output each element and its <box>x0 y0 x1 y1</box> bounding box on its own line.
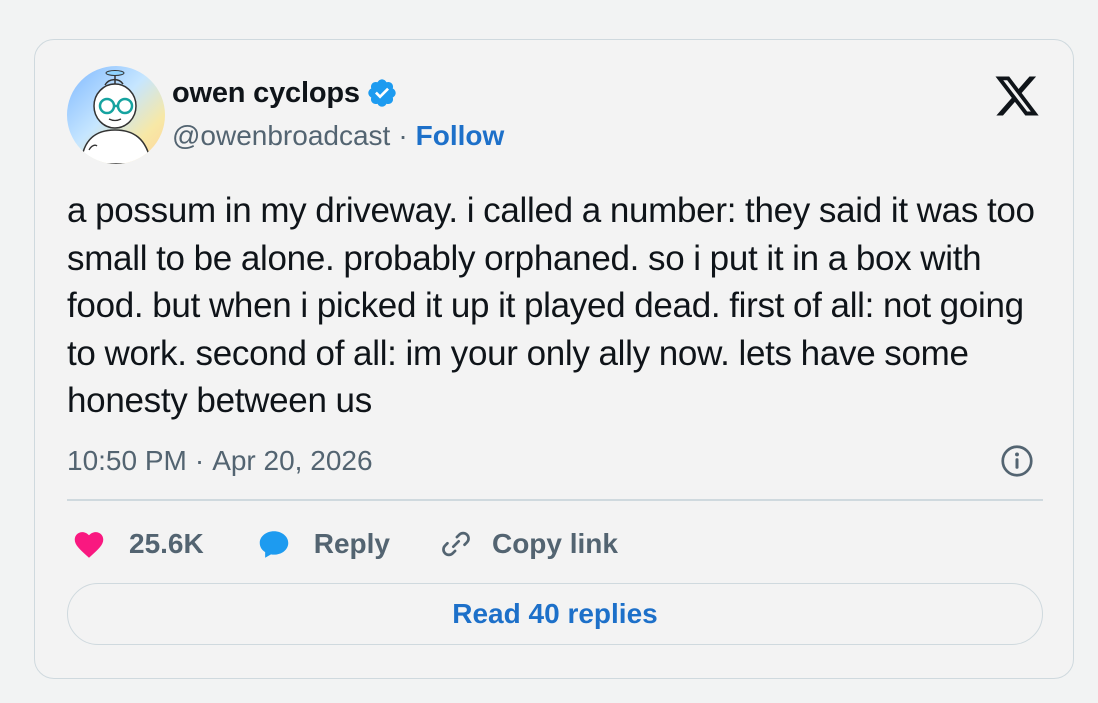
heart-icon <box>71 526 107 562</box>
like-count: 25.6K <box>129 528 204 559</box>
author-handle-row: @owenbroadcast · Follow <box>172 116 504 156</box>
embedded-post-card: owen cyclops @owenbroadcast · Follow a p… <box>34 39 1074 679</box>
avatar[interactable] <box>67 66 165 164</box>
post-time: 10:50 PM <box>67 445 187 476</box>
reply-label: Reply <box>313 528 390 559</box>
read-replies-button[interactable]: Read 40 replies <box>67 583 1043 645</box>
like-button[interactable]: 25.6K <box>71 526 204 562</box>
divider <box>67 499 1043 501</box>
info-icon[interactable] <box>999 443 1035 479</box>
action-bar: 25.6K Reply Copy link <box>71 522 618 566</box>
author-name[interactable]: owen cyclops <box>172 77 360 110</box>
post-text: a possum in my driveway. i called a numb… <box>67 191 1035 420</box>
verified-badge-icon <box>366 77 398 109</box>
x-logo-icon[interactable] <box>993 72 1041 120</box>
link-icon <box>438 526 474 562</box>
handle-separator: · <box>398 120 408 151</box>
copy-link-button[interactable]: Copy link <box>438 526 618 562</box>
follow-button[interactable]: Follow <box>416 120 505 152</box>
speech-bubble-icon <box>256 526 292 562</box>
copy-link-label: Copy link <box>491 528 618 559</box>
avatar-illustration <box>67 66 165 164</box>
reply-button[interactable]: Reply <box>256 526 390 562</box>
post-timestamp[interactable]: 10:50 PM · Apr 20, 2026 <box>67 441 373 481</box>
timestamp-separator: · <box>194 445 205 476</box>
post-date: Apr 20, 2026 <box>212 445 373 476</box>
author-handle[interactable]: @owenbroadcast <box>172 120 390 152</box>
author-name-row: owen cyclops <box>172 73 398 113</box>
